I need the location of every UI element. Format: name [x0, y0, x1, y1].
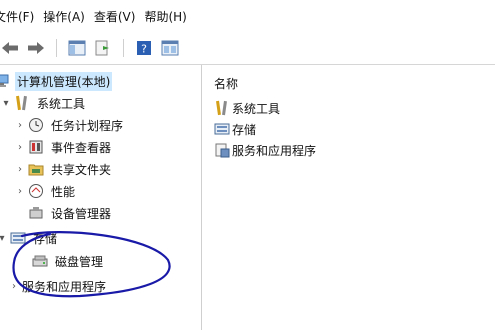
chevron-right-icon[interactable]: ›	[8, 281, 20, 292]
toolbar-separator	[56, 39, 57, 57]
console-tree: 计算机管理(本地) ▾ 系统工具 › 任务计划程序 › 事件查看器 › 共享文件…	[0, 65, 202, 330]
help-icon[interactable]: ?	[134, 38, 154, 58]
shared-folder-icon	[28, 161, 44, 177]
tree-item-label: 存储	[33, 231, 58, 246]
menu-action[interactable]: 操作(A)	[43, 8, 94, 25]
computer-management-icon	[0, 73, 10, 89]
tree-item-label: 设备管理器	[51, 206, 112, 221]
storage-icon	[10, 230, 26, 246]
tree-item-label: 计算机管理(本地)	[15, 71, 113, 91]
tree-item-task-scheduler[interactable]: › 任务计划程序	[14, 115, 125, 135]
tree-item-label: 性能	[51, 184, 76, 199]
tree-item-performance[interactable]: › 性能	[14, 181, 77, 201]
services-icon	[214, 142, 230, 158]
device-manager-icon	[28, 205, 44, 221]
list-item-label: 系统工具	[232, 101, 281, 116]
tree-item-system-tools[interactable]: ▾ 系统工具	[0, 93, 87, 113]
tree-item-disk-management[interactable]: 磁盘管理	[30, 251, 105, 271]
tree-item-label: 任务计划程序	[51, 118, 124, 133]
forward-icon[interactable]	[26, 38, 46, 58]
menu-help[interactable]: 帮助(H)	[144, 8, 195, 25]
list-item-label: 存储	[232, 122, 257, 137]
column-header-name[interactable]: 名称	[214, 75, 238, 92]
show-hide-tree-icon[interactable]	[67, 38, 87, 58]
tree-item-label: 服务和应用程序	[22, 279, 107, 294]
tree-item-label: 事件查看器	[51, 140, 112, 155]
svg-text:?: ?	[141, 43, 147, 56]
menu-bar: 文件(F) 操作(A) 查看(V) 帮助(H)	[0, 0, 495, 32]
properties-icon[interactable]	[160, 38, 180, 58]
clock-icon	[28, 117, 44, 133]
tree-item-label: 系统工具	[37, 96, 86, 111]
list-item[interactable]: 存储	[214, 120, 256, 138]
chevron-right-icon[interactable]: ›	[14, 142, 26, 153]
list-item[interactable]: 服务和应用程序	[214, 141, 316, 159]
event-viewer-icon	[28, 139, 44, 155]
system-tools-icon	[214, 100, 230, 116]
chevron-right-icon[interactable]: ›	[14, 164, 26, 175]
tree-item-services-and-applications[interactable]: › 服务和应用程序	[8, 276, 108, 296]
tree-item-computer-management[interactable]: 计算机管理(本地)	[0, 71, 113, 91]
list-item-label: 服务和应用程序	[232, 143, 317, 158]
chevron-down-icon[interactable]: ▾	[0, 233, 8, 244]
performance-icon	[28, 183, 44, 199]
chevron-right-icon[interactable]: ›	[14, 120, 26, 131]
tree-item-label: 磁盘管理	[55, 254, 104, 269]
disk-management-icon	[32, 253, 48, 269]
menu-file[interactable]: 文件(F)	[0, 8, 43, 25]
chevron-right-icon[interactable]: ›	[14, 186, 26, 197]
toolbar: ?	[0, 32, 495, 65]
tree-item-event-viewer[interactable]: › 事件查看器	[14, 137, 113, 157]
system-tools-icon	[14, 95, 30, 111]
details-pane: 名称 系统工具 存储 服务和应用程序	[202, 65, 495, 330]
tree-item-shared-folders[interactable]: › 共享文件夹	[14, 159, 113, 179]
export-list-icon[interactable]	[93, 38, 113, 58]
tree-item-device-manager[interactable]: 设备管理器	[26, 203, 113, 223]
storage-icon	[214, 121, 230, 137]
menu-view[interactable]: 查看(V)	[94, 8, 145, 25]
tree-item-label: 共享文件夹	[51, 162, 112, 177]
chevron-down-icon[interactable]: ▾	[0, 98, 12, 109]
back-icon[interactable]	[0, 38, 20, 58]
list-item[interactable]: 系统工具	[214, 99, 280, 117]
tree-item-storage[interactable]: ▾ 存储	[0, 228, 59, 248]
toolbar-separator	[123, 39, 124, 57]
